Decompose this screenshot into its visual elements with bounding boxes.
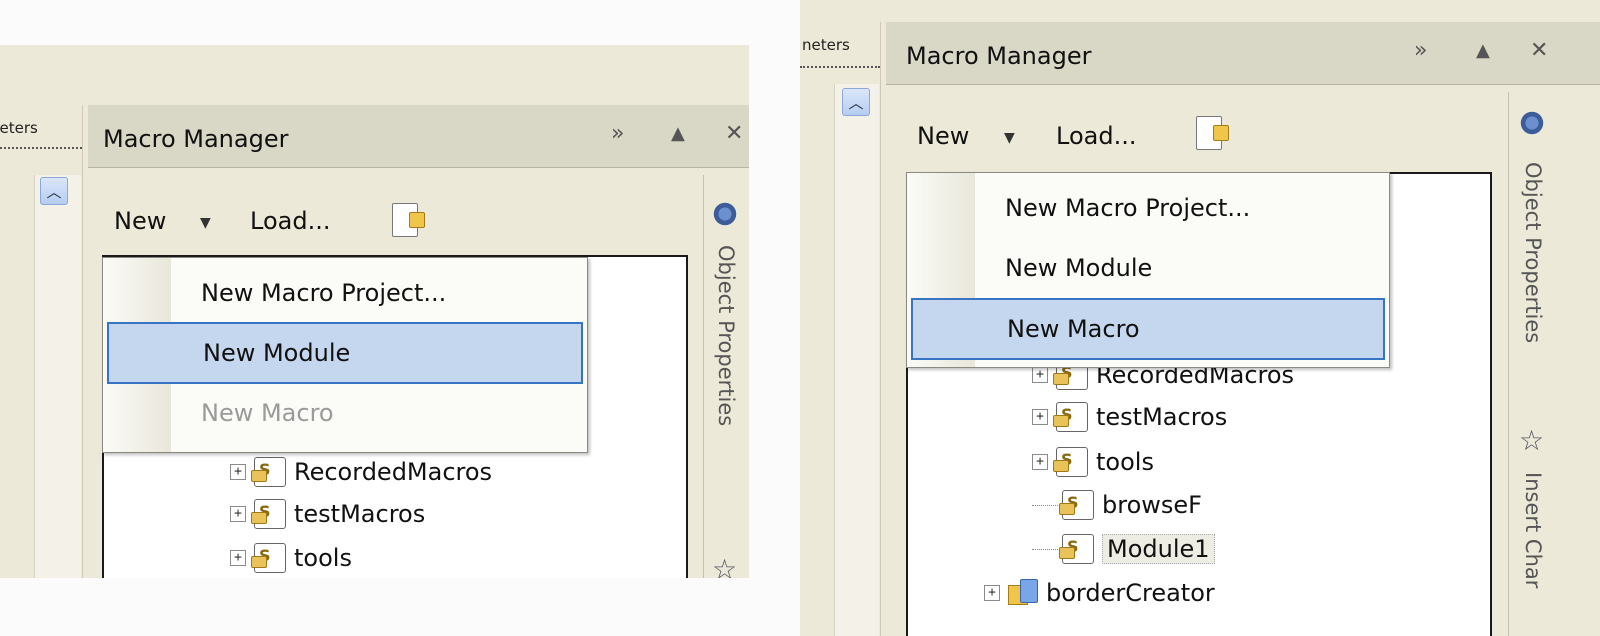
minimize-button[interactable]: ▲ [1476, 40, 1490, 61]
panel-title: Macro Manager [103, 125, 289, 153]
new-button[interactable]: New [917, 122, 969, 150]
expand-icon[interactable]: + [1032, 409, 1048, 425]
star-icon: ☆ [1519, 424, 1545, 457]
chevron-up-icon: ︿ [46, 182, 62, 201]
tree-node[interactable]: + testMacros [230, 496, 425, 532]
macro-module-icon [1059, 534, 1094, 564]
tree-connector [1032, 504, 1058, 506]
overflow-button[interactable]: » [611, 121, 624, 146]
tab-insert-char[interactable]: Insert Char [1521, 472, 1545, 588]
tree-node-label: tools [294, 544, 352, 572]
side-tabs: Object Properties ☆ In [703, 175, 749, 578]
minimize-button[interactable]: ▲ [671, 123, 685, 144]
menu-item-new-macro-project[interactable]: New Macro Project... [911, 179, 1385, 237]
side-tabs: Object Properties ☆ Insert Char [1508, 92, 1559, 636]
ruler-ticks [800, 64, 880, 68]
tree-node-label: Module1 [1102, 534, 1215, 564]
ruler-label: neters [802, 36, 850, 54]
top-strip [800, 0, 1600, 22]
expand-icon[interactable]: + [230, 464, 246, 480]
menu-item-new-macro-project[interactable]: New Macro Project... [107, 264, 583, 322]
tree-node-label: borderCreator [1046, 579, 1215, 607]
new-dropdown-arrow[interactable]: ▼ [200, 215, 211, 231]
ruler-ticks [0, 145, 82, 149]
tree-node[interactable]: + borderCreator [984, 575, 1215, 611]
overflow-button[interactable]: » [1414, 38, 1427, 63]
new-dropdown-menu: New Macro Project... New Module New Macr… [906, 172, 1390, 368]
left-dock-column: neters ︿ [0, 105, 83, 578]
tree-node-label: tools [1096, 448, 1154, 476]
tree-node-label: RecordedMacros [294, 458, 493, 486]
chevron-up-icon: ︿ [848, 93, 864, 112]
object-properties-icon [712, 201, 738, 227]
document-icon[interactable] [1196, 116, 1229, 150]
macro-project-icon [1008, 579, 1038, 607]
expand-icon[interactable]: + [1032, 367, 1048, 383]
scroll-track[interactable] [834, 84, 879, 636]
panel-title: Macro Manager [906, 42, 1092, 70]
new-dropdown-arrow[interactable]: ▼ [1004, 130, 1015, 146]
star-icon: ☆ [712, 553, 738, 578]
macro-manager-titlebar: Macro Manager » ▲ ✕ [88, 105, 749, 168]
tree-node[interactable]: + tools [1032, 444, 1154, 480]
ruler-label: neters [0, 119, 38, 137]
tree-node-selected[interactable]: Module1 [1032, 531, 1215, 567]
object-properties-icon [1519, 110, 1545, 136]
macro-manager-titlebar: Macro Manager » ▲ ✕ [886, 22, 1600, 85]
menu-item-new-module[interactable]: New Module [911, 239, 1385, 297]
scroll-up-button[interactable]: ︿ [40, 177, 68, 205]
macro-module-icon [1059, 490, 1094, 520]
load-button[interactable]: Load... [250, 207, 330, 235]
close-button[interactable]: ✕ [725, 121, 743, 146]
tree-node[interactable]: browseF [1032, 487, 1202, 523]
top-strip [0, 45, 749, 105]
macro-module-icon [1053, 402, 1088, 432]
tab-object-properties[interactable]: Object Properties [714, 245, 738, 426]
new-button[interactable]: New [114, 207, 166, 235]
macro-module-icon [251, 499, 286, 529]
tab-object-properties[interactable]: Object Properties [1521, 162, 1545, 343]
left-screenshot-panel: neters ︿ Macro Manager » ▲ ✕ New ▼ Load.… [0, 45, 749, 578]
expand-icon[interactable]: + [1032, 454, 1048, 470]
macro-module-icon [251, 543, 286, 573]
expand-icon[interactable]: + [230, 550, 246, 566]
left-dock-column: neters ︿ [800, 22, 881, 636]
menu-item-new-macro[interactable]: New Macro [911, 298, 1385, 360]
expand-icon[interactable]: + [984, 585, 1000, 601]
tree-node-label: testMacros [294, 500, 426, 528]
scroll-up-button[interactable]: ︿ [842, 88, 870, 116]
macro-module-icon [1053, 447, 1088, 477]
tree-connector [1032, 548, 1058, 550]
menu-item-new-module[interactable]: New Module [107, 322, 583, 384]
macro-module-icon [251, 457, 286, 487]
tree-node-label: testMacros [1096, 403, 1228, 431]
menu-item-new-macro: New Macro [201, 399, 334, 427]
close-button[interactable]: ✕ [1530, 38, 1548, 63]
new-dropdown-menu: New Macro Project... New Module New Macr… [102, 257, 588, 453]
right-screenshot-panel: neters ︿ Macro Manager » ▲ ✕ New ▼ Load.… [800, 0, 1600, 636]
tree-node[interactable]: + testMacros [1032, 399, 1227, 435]
document-icon[interactable] [392, 203, 425, 237]
tree-node-label: browseF [1102, 491, 1202, 519]
load-button[interactable]: Load... [1056, 122, 1136, 150]
tree-node[interactable]: + RecordedMacros [230, 454, 492, 490]
scroll-track[interactable] [34, 175, 81, 578]
expand-icon[interactable]: + [230, 506, 246, 522]
tree-node[interactable]: + tools [230, 540, 352, 576]
